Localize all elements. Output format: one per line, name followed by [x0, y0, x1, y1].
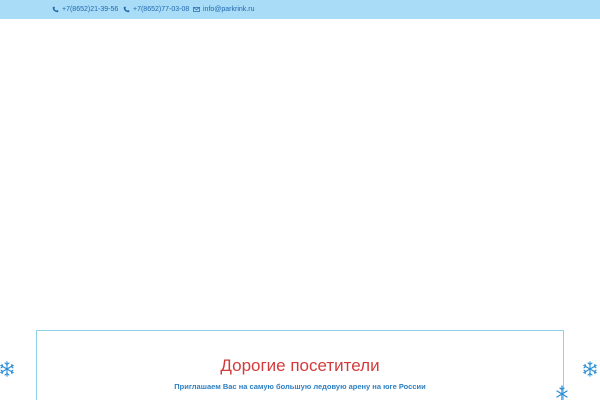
phone-icon — [123, 6, 130, 13]
notice-subtitle: Приглашаем Вас на самую большую ледовую … — [174, 382, 426, 391]
welcome-notice: Дорогие посетители Приглашаем Вас на сам… — [36, 330, 564, 400]
snowflake-fragment-icon — [555, 382, 569, 400]
phone-link-2[interactable]: +7(8652)77-03-08 — [123, 4, 189, 15]
phone-link-1[interactable]: +7(8652)21-39-56 — [52, 4, 118, 15]
phone-icon — [52, 6, 59, 13]
envelope-icon — [193, 6, 200, 13]
phone-number-1: +7(8652)21-39-56 — [62, 6, 119, 13]
notice-title: Дорогие посетители — [220, 356, 380, 375]
phone-number-2: +7(8652)77-03-08 — [133, 6, 190, 13]
snowflake-icon — [582, 361, 598, 377]
top-contact-bar: +7(8652)21-39-56 +7(8652)77-03-08 info@p… — [0, 0, 600, 19]
snowflake-icon — [0, 361, 15, 377]
email-link[interactable]: info@parkrink.ru — [193, 4, 254, 15]
email-address: info@parkrink.ru — [203, 6, 255, 13]
